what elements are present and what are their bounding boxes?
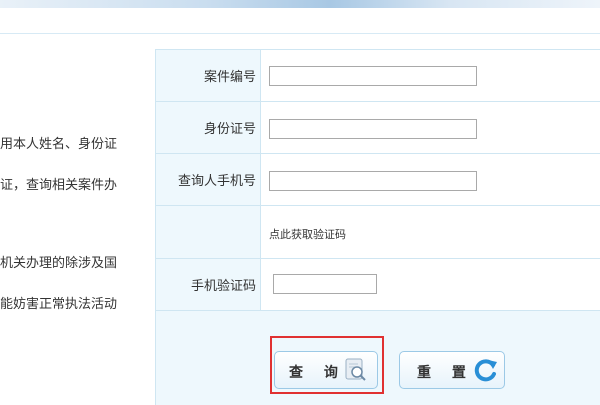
description-line-4: 能妨害正常执法活动 [0,297,118,312]
button-area: 查 询 重 置 [156,311,600,405]
sms-code-row: 手机验证码 [156,259,600,311]
sms-code-label: 手机验证码 [156,259,261,310]
refresh-arrow-icon [472,356,500,384]
banner-divider [0,33,600,34]
query-button-label: 查 询 [289,365,346,381]
query-button[interactable]: 查 询 [274,351,378,389]
id-number-input[interactable] [269,119,477,139]
case-number-input[interactable] [269,66,477,86]
id-number-row: 身份证号 [156,102,600,154]
case-number-row: 案件编号 [156,50,600,102]
id-number-label: 身份证号 [156,102,261,153]
magnifier-document-icon [343,357,369,383]
reset-button-label: 重 置 [417,365,474,381]
case-number-label: 案件编号 [156,50,261,101]
description-line-3: 机关办理的除涉及国 [0,256,118,271]
phone-label: 查询人手机号 [156,154,261,205]
get-code-link[interactable]: 点此获取验证码 [269,226,346,242]
query-form: 案件编号 身份证号 查询人手机号 点此获取验证码 手机验证码 查 询 重 置 [155,49,600,405]
phone-input[interactable] [269,171,477,191]
description-line-2: 证，查询相关案件办 [0,178,118,193]
sms-code-input[interactable] [273,274,377,294]
get-code-row: 点此获取验证码 [156,206,600,259]
top-banner [0,0,600,8]
reset-button[interactable]: 重 置 [399,351,505,389]
phone-row: 查询人手机号 [156,154,600,206]
description-line-1: 用本人姓名、身份证 [0,137,118,152]
